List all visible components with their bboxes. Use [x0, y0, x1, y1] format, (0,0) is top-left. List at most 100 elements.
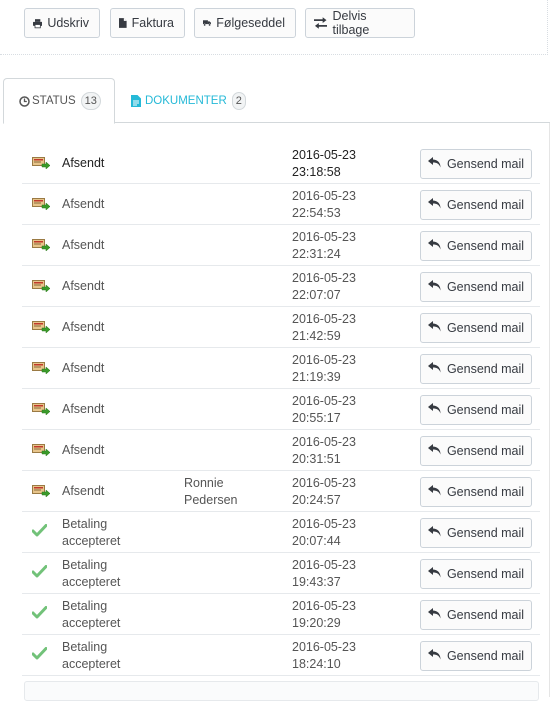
status-date: 2016-05-23 21:42:59: [292, 311, 356, 345]
status-line: accepteret: [62, 616, 121, 630]
status-date: 2016-05-23 20:31:51: [292, 434, 356, 468]
time-value: 20:31:51: [292, 452, 341, 466]
history-row: Afsendt 2016-05-23 22:07:07 Gensend mail: [22, 266, 540, 307]
status-name: Betaling accepteret: [62, 557, 172, 591]
check-icon: [31, 606, 48, 622]
reply-icon: [427, 198, 447, 212]
history-row: Afsendt 2016-05-23 20:31:51 Gensend mail: [22, 430, 540, 471]
shipped-icon: [32, 319, 51, 336]
status-line: Afsendt: [62, 197, 105, 211]
status-date: 2016-05-23 20:24:57: [292, 475, 356, 509]
reply-icon: [427, 526, 447, 540]
status-name: Afsendt: [62, 278, 172, 295]
status-date: 2016-05-23 20:55:17: [292, 393, 356, 427]
clock-icon: [19, 95, 30, 107]
status-line: accepteret: [62, 657, 121, 671]
date-value: 2016-05-23: [292, 476, 356, 490]
resend-mail-button[interactable]: Gensend mail: [420, 313, 532, 343]
reply-icon: [427, 239, 447, 253]
resend-mail-button[interactable]: Gensend mail: [420, 149, 532, 179]
date-value: 2016-05-23: [292, 189, 356, 203]
shipped-icon: [32, 360, 51, 377]
order-actions-toolbar: Udskriv Faktura Følgeseddel Delvis tilba…: [0, 0, 548, 55]
date-value: 2016-05-23: [292, 435, 356, 449]
resend-mail-button[interactable]: Gensend mail: [420, 477, 532, 507]
time-value: 19:20:29: [292, 616, 341, 630]
tab-status[interactable]: STATUS 13: [3, 78, 115, 124]
status-name: Betaling accepteret: [62, 598, 172, 632]
resend-mail-button[interactable]: Gensend mail: [420, 436, 532, 466]
reply-icon: [427, 280, 447, 294]
status-line: Afsendt: [62, 238, 105, 252]
resend-mail-label: Gensend mail: [446, 567, 525, 581]
check-icon: [31, 524, 48, 540]
history-row: Afsendt 2016-05-23 23:18:58 Gensend mail: [22, 143, 540, 184]
time-value: 20:07:44: [292, 534, 341, 548]
status-line: accepteret: [62, 534, 121, 548]
time-value: 22:54:53: [292, 206, 341, 220]
resend-mail-button[interactable]: Gensend mail: [420, 190, 532, 220]
history-row: Betaling accepteret 2016-05-23 20:07:44 Gens…: [22, 512, 540, 553]
invoice-button[interactable]: Faktura: [110, 8, 185, 38]
resend-mail-label: Gensend mail: [446, 321, 525, 335]
status-name: Afsendt: [62, 196, 172, 213]
status-name: Afsendt: [62, 442, 172, 459]
resend-mail-button[interactable]: Gensend mail: [420, 641, 532, 671]
resend-mail-button[interactable]: Gensend mail: [420, 272, 532, 302]
status-date: 2016-05-23 20:07:44: [292, 516, 356, 550]
reply-icon: [427, 157, 447, 171]
status-date: 2016-05-23 21:19:39: [292, 352, 356, 386]
resend-mail-button[interactable]: Gensend mail: [420, 395, 532, 425]
partial-refund-label: Delvis tilbage: [332, 9, 370, 37]
status-count-badge: 13: [80, 92, 101, 110]
employee-line: Ronnie: [184, 476, 224, 490]
reply-icon: [427, 362, 447, 376]
resend-mail-button[interactable]: Gensend mail: [420, 231, 532, 261]
shipped-icon: [32, 401, 51, 418]
time-value: 20:55:17: [292, 411, 341, 425]
resend-mail-label: Gensend mail: [446, 198, 525, 212]
resend-mail-label: Gensend mail: [446, 362, 525, 376]
history-row: Afsendt 2016-05-23 22:54:53 Gensend mail: [22, 184, 540, 225]
history-row: Afsendt 2016-05-23 20:55:17 Gensend mail: [22, 389, 540, 430]
reply-icon: [427, 485, 447, 499]
status-line: Afsendt: [62, 443, 105, 457]
print-label: Udskriv: [47, 16, 89, 30]
tab-status-label: STATUS: [32, 95, 76, 107]
status-name: Afsendt: [62, 360, 172, 377]
employee-line: Pedersen: [184, 493, 238, 507]
change-status-box: [24, 681, 539, 701]
resend-mail-button[interactable]: Gensend mail: [420, 354, 532, 384]
resend-mail-button[interactable]: Gensend mail: [420, 518, 532, 548]
history-row: Betaling accepteret 2016-05-23 18:24:10 Gens…: [22, 635, 540, 676]
resend-mail-button[interactable]: Gensend mail: [420, 559, 532, 589]
check-icon: [31, 565, 48, 581]
tab-documents[interactable]: DOKUMENTER 2: [131, 78, 246, 124]
time-value: 22:31:24: [292, 247, 341, 261]
status-name: Afsendt: [62, 155, 172, 172]
file-icon: [119, 18, 127, 28]
print-button[interactable]: Udskriv: [24, 8, 100, 38]
resend-mail-label: Gensend mail: [446, 403, 525, 417]
status-date: 2016-05-23 23:18:58: [292, 147, 356, 181]
tab-documents-label: DOKUMENTER: [145, 95, 227, 107]
time-value: 20:24:57: [292, 493, 341, 507]
time-value: 21:19:39: [292, 370, 341, 384]
date-value: 2016-05-23: [292, 394, 356, 408]
status-line: Betaling: [62, 599, 108, 613]
time-value: 22:07:07: [292, 288, 341, 302]
documents-count-badge: 2: [231, 92, 246, 110]
resend-mail-label: Gensend mail: [446, 444, 525, 458]
partial-refund-button[interactable]: Delvis tilbage: [305, 8, 415, 38]
shipped-icon: [32, 483, 51, 500]
status-date: 2016-05-23 19:43:37: [292, 557, 356, 591]
status-name: Betaling accepteret: [62, 516, 172, 550]
status-line: accepteret: [62, 575, 121, 589]
shipped-icon: [32, 278, 51, 295]
date-value: 2016-05-23: [292, 312, 356, 326]
shipped-icon: [32, 196, 51, 213]
reply-icon: [427, 567, 447, 581]
resend-mail-button[interactable]: Gensend mail: [420, 600, 532, 630]
status-line: Afsendt: [62, 320, 105, 334]
delivery-slip-button[interactable]: Følgeseddel: [194, 8, 296, 38]
